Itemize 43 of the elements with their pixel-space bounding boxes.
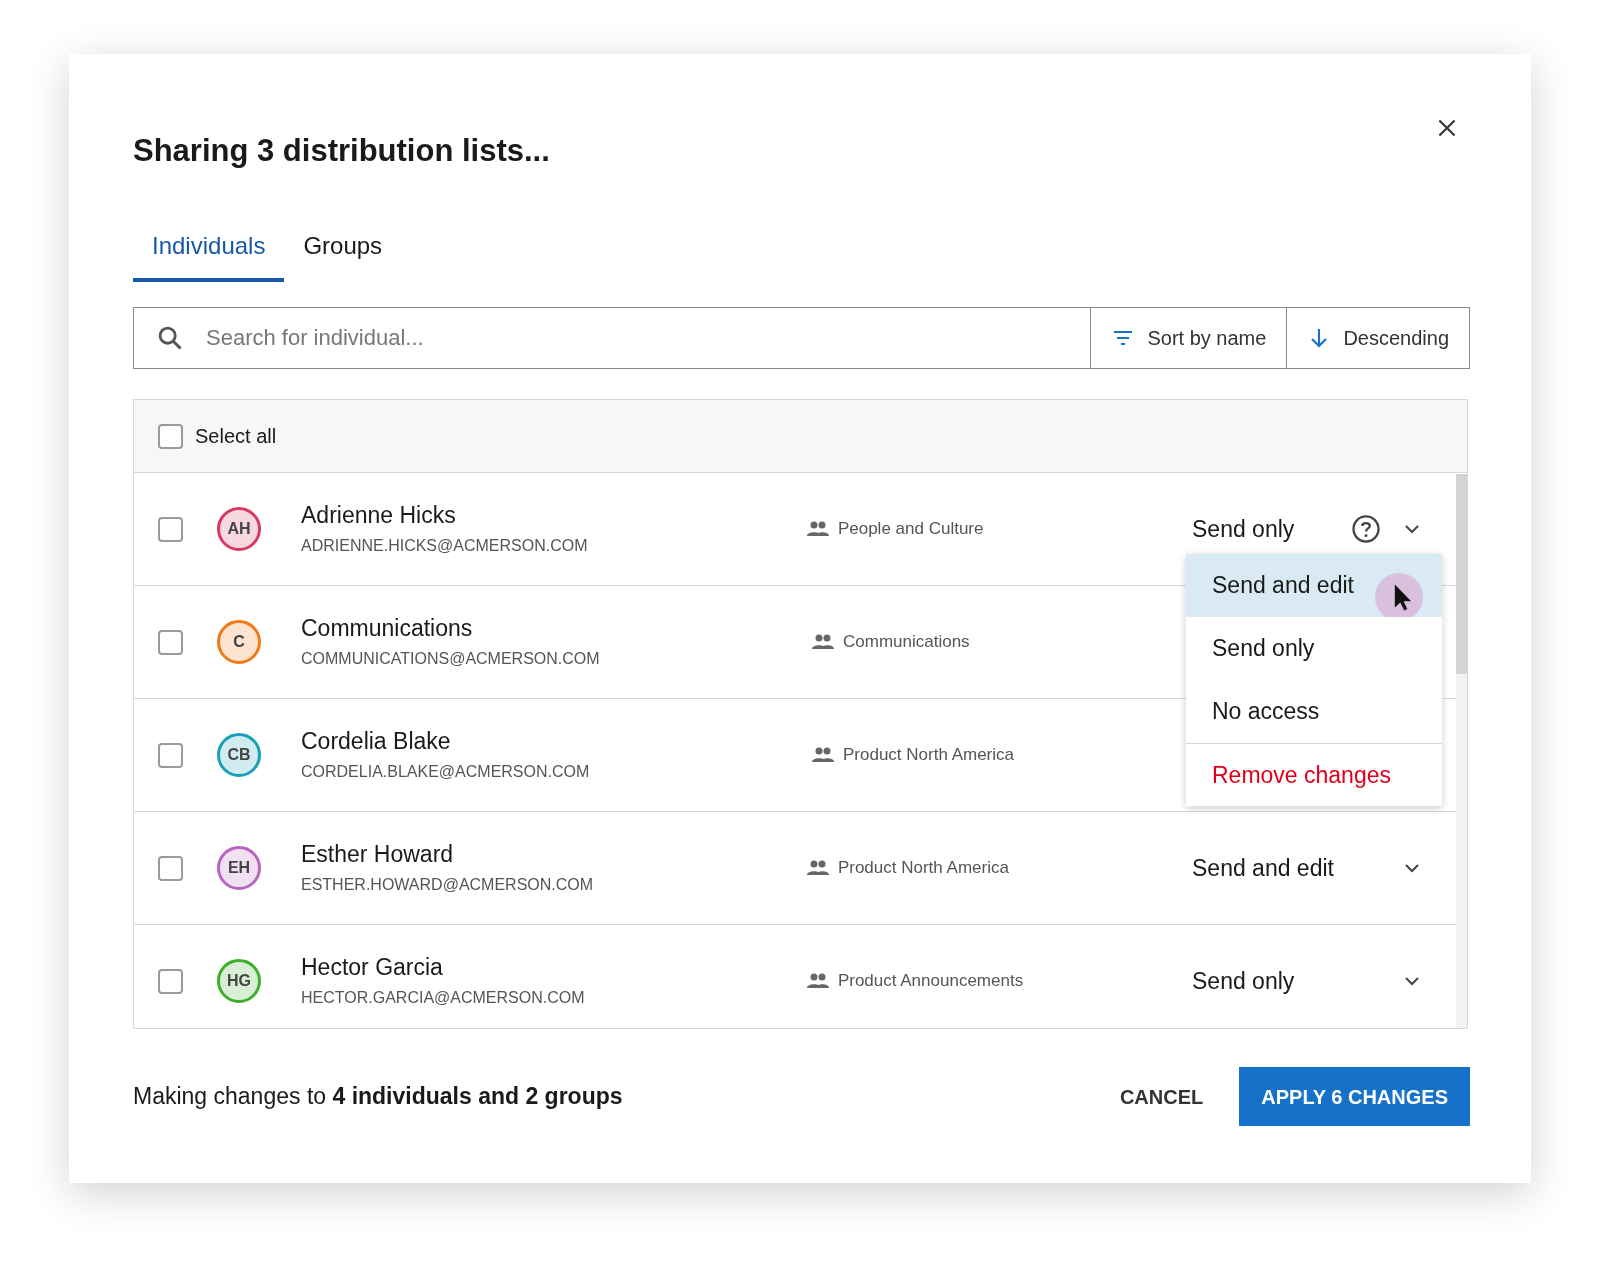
person-name: Hector Garcia [301,953,444,981]
email-address: COMMUNICATIONS@ACMERSON.COM [301,649,601,669]
access-level: Send only [1192,514,1296,544]
person-name: Communications [301,614,474,642]
sort-button[interactable]: Sort by name [1091,307,1288,369]
group-name: Product Announcements [837,970,1024,993]
person-name: Esther Howard [301,840,455,868]
email-address: CORDELIA.BLAKE@ACMERSON.COM [301,762,591,782]
group-name: Product North America [837,857,1009,880]
scrollbar-thumb[interactable] [1456,474,1467,674]
email-address: ADRIENNE.HICKS@ACMERSON.COM [301,536,589,556]
checkbox[interactable] [158,742,183,768]
select-all-label: Select all [195,424,277,449]
group-name: People and Culture [837,518,984,541]
cancel-button[interactable]: CANCEL [1099,1067,1224,1126]
email-address: HECTOR.GARCIA@ACMERSON.COM [301,988,586,1008]
tab[interactable]: Individuals [133,224,285,282]
avatar: EH [217,846,261,890]
menu-item[interactable]: No access [1186,680,1442,743]
checkbox[interactable] [158,516,183,542]
avatar: C [217,620,261,664]
person-name: Adrienne Hicks [301,501,457,529]
avatar: AH [217,507,261,551]
group-name: Communications [843,631,970,654]
checkbox[interactable] [158,968,183,994]
group-name: Product North America [843,744,1014,767]
changes-summary: Making changes to 4 individuals and 2 groups [133,1082,624,1112]
menu-item[interactable]: Remove changes [1186,743,1442,806]
avatar: CB [217,733,261,777]
checkbox[interactable] [158,629,183,655]
access-level: Send and edit [1192,853,1335,883]
apply-button[interactable]: APPLY 6 CHANGES [1239,1067,1470,1126]
checkbox[interactable] [158,423,183,449]
person-name: Cordelia Blake [301,727,452,755]
checkbox[interactable] [158,855,183,881]
search-icon [156,324,184,352]
avatar: HG [217,959,261,1003]
email-address: ESTHER.HOWARD@ACMERSON.COM [301,875,595,895]
tab[interactable]: Groups [284,224,402,282]
dialog-title: Sharing 3 distribution lists... [133,132,551,170]
access-level: Send only [1192,966,1296,996]
menu-item[interactable]: Send only [1186,617,1442,680]
order-button[interactable]: Descending [1287,307,1470,369]
